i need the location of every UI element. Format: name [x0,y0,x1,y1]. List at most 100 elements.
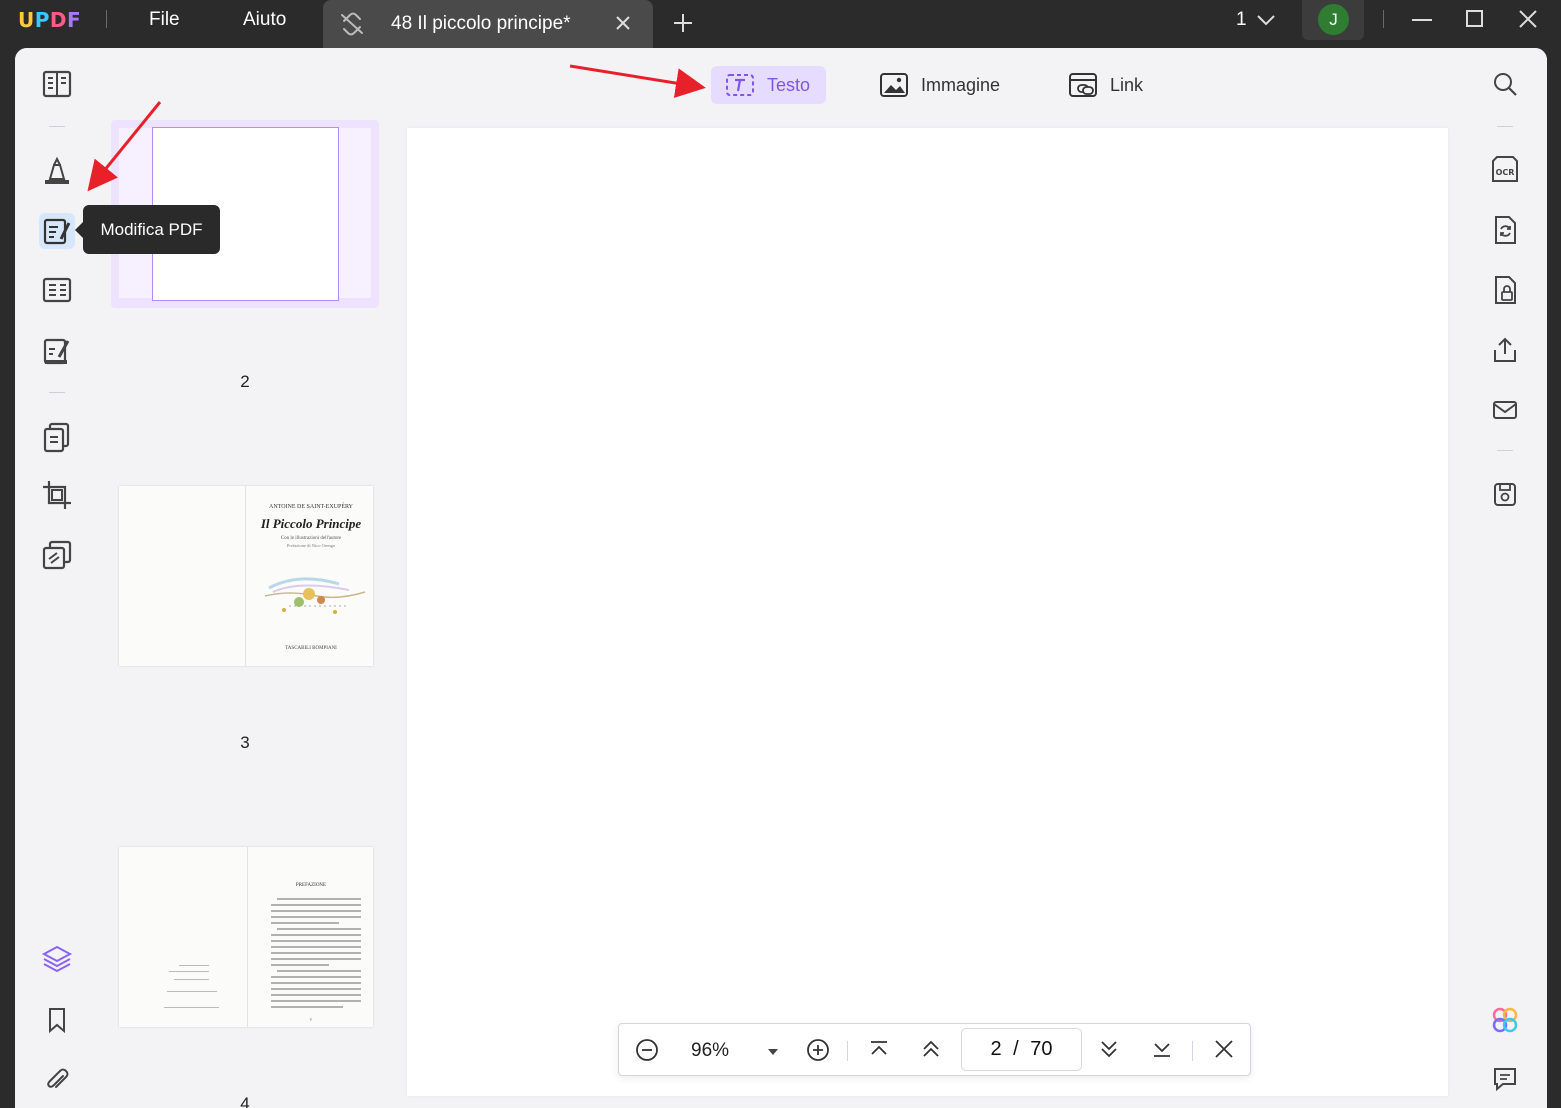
paperclip-icon [47,1068,69,1088]
pages-icon [43,422,70,453]
mail-icon [1493,401,1517,419]
window-count[interactable]: 1 [1236,9,1247,31]
thumb-publisher: TASCABILI BOMPIANI [285,646,337,651]
organize-button[interactable] [39,272,75,308]
add-link-label: Link [1110,74,1144,95]
reader-mode-button[interactable] [39,66,75,102]
zoom-level[interactable]: 96% [691,1040,729,1062]
share-button[interactable] [1489,334,1521,366]
thumb-book-title: Il Piccolo Principe [260,516,362,531]
rail-divider [49,126,65,127]
account-area[interactable]: J [1302,0,1364,40]
layers-button[interactable] [39,941,75,977]
bookmark-icon [49,1008,65,1034]
thumb-text-line [167,991,217,992]
page-number-input[interactable]: 2 / 70 [961,1028,1082,1071]
edit-toolbar: Testo Immagine Link [407,48,1463,126]
add-text-button[interactable]: Testo [711,66,826,104]
zoom-dropdown-icon[interactable] [767,1044,779,1062]
comment-button[interactable] [39,153,75,189]
reader-icon [42,70,72,98]
thumb-text-line [174,979,209,980]
minimize-icon[interactable] [1410,8,1434,37]
page-thumbnail[interactable]: ANTOINE DE SAINT-EXUPÉRY Il Piccolo Prin… [119,486,373,666]
edit-pdf-button[interactable] [39,213,75,249]
title-separator [1383,10,1384,28]
close-window-icon[interactable] [1517,8,1539,35]
convert-button[interactable] [39,537,75,573]
fill-sign-button[interactable] [39,333,75,369]
total-pages: 70 [1030,1038,1053,1060]
menu-help[interactable]: Aiuto [243,9,286,31]
save-icon [1494,483,1516,506]
previous-page-icon[interactable] [920,1038,942,1065]
rail-divider [1497,126,1513,127]
stamp-icon [42,540,72,570]
ai-assistant-icon [1492,1007,1518,1033]
thumb-text-line [179,965,209,966]
updf-logo[interactable]: UPDF [18,8,81,32]
thumbnail-page-number: 2 [240,372,250,391]
last-page-icon[interactable] [1151,1038,1173,1065]
spine-line [245,486,246,666]
document-area: Testo Immagine Link 96% 2 / 70 [407,48,1463,1108]
title-separator [106,10,107,28]
convert-pdf-button[interactable] [1489,214,1521,246]
svg-text:OCR: OCR [1496,168,1515,177]
edit-pdf-icon [43,218,71,245]
link-icon [1069,73,1097,97]
thumb-subtitle: Con le illustrazioni dell'autore [280,536,342,541]
sign-icon [43,338,70,365]
chevron-down-icon[interactable] [1256,13,1276,32]
menu-file[interactable]: File [149,9,180,31]
first-page-icon[interactable] [868,1038,890,1065]
crop-button[interactable] [39,477,75,513]
thumb-page-roman: V [309,1017,313,1022]
text-box-icon [726,74,754,96]
thumb-translator: Prefazione di Nico Orengo [286,543,336,548]
ocr-button[interactable]: OCR [1489,153,1521,185]
form-icon [42,277,72,303]
comment-icon [1494,1068,1516,1092]
next-page-icon[interactable] [1098,1038,1120,1065]
layers-icon [41,945,73,973]
unsaved-link-icon [339,12,365,41]
highlighter-icon [45,156,69,184]
add-link-button[interactable]: Link [1054,66,1157,104]
lock-icon [1495,276,1516,304]
maximize-icon[interactable] [1464,8,1486,35]
zoom-in-icon[interactable] [806,1038,830,1067]
thumbnail-page-number: 3 [240,733,250,752]
rail-divider [49,392,65,393]
pdf-page[interactable] [407,128,1448,1096]
spine-line [247,847,248,1027]
zoom-bar-divider [1192,1041,1193,1061]
title-bar: UPDF File Aiuto 48 Il piccolo principe* … [0,0,1561,48]
protect-button[interactable] [1489,274,1521,306]
attachments-button[interactable] [39,1062,75,1098]
new-tab-icon[interactable] [672,12,694,39]
thumb-heading: PREFAZIONE [295,883,327,888]
add-image-button[interactable]: Immagine [865,66,1014,104]
ai-assistant-button[interactable] [1489,1004,1521,1036]
comments-panel-button[interactable] [1489,1063,1521,1095]
app-body: 2 ANTOINE DE SAINT-EXUPÉRY Il Piccolo Pr… [15,48,1547,1108]
close-icon[interactable] [1213,1038,1235,1065]
share-icon [1494,337,1516,362]
zoom-bar: 96% 2 / 70 [618,1023,1251,1076]
bookmarks-button[interactable] [39,1002,75,1038]
document-tab[interactable]: 48 Il piccolo principe* [323,0,653,48]
avatar[interactable]: J [1318,4,1349,35]
convert-icon [1495,216,1516,244]
zoom-out-icon[interactable] [635,1038,659,1067]
ocr-icon: OCR [1492,156,1518,182]
thumb-text-line [164,1007,219,1008]
email-button[interactable] [1489,394,1521,426]
thumb-body-text [271,898,361,1008]
page-tools-button[interactable] [39,419,75,455]
save-button[interactable] [1489,478,1521,510]
close-tab-icon[interactable] [613,13,633,38]
search-button[interactable] [1489,68,1521,100]
page-thumbnail[interactable]: PREFAZIONE V [119,847,373,1027]
image-icon [880,73,908,97]
